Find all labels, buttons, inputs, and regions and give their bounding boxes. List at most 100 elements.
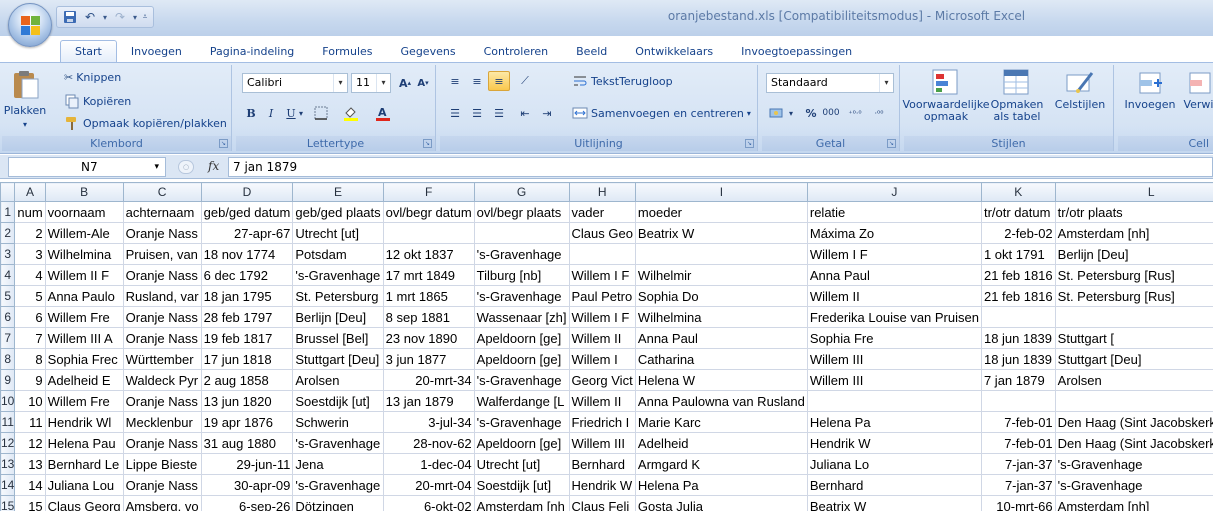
- grid-cell[interactable]: Willem II: [568, 327, 636, 349]
- font-size-combo[interactable]: 11 ▾: [351, 73, 391, 93]
- number-format-dropdown-icon[interactable]: ▾: [879, 74, 893, 92]
- insert-cells-button[interactable]: Invoegen: [1122, 67, 1178, 111]
- grid-cell[interactable]: 28-nov-62: [382, 432, 475, 454]
- grid-cell[interactable]: 8 sep 1881: [382, 306, 475, 328]
- tab-gegevens[interactable]: Gegevens: [387, 41, 470, 62]
- tab-beeld[interactable]: Beeld: [562, 41, 621, 62]
- grid-cell[interactable]: 4: [14, 264, 46, 286]
- grid-cell[interactable]: Württember: [122, 348, 202, 370]
- grid-cell[interactable]: ovl/begr datum: [382, 201, 475, 223]
- grid-cell[interactable]: Stuttgart [: [1054, 327, 1213, 349]
- grid-cell[interactable]: 20-mrt-04: [382, 474, 475, 496]
- row-header[interactable]: 7: [0, 327, 16, 349]
- grid-cell[interactable]: Adelheid E: [44, 369, 124, 391]
- tab-invoegen[interactable]: Invoegen: [117, 41, 196, 62]
- grid-cell[interactable]: 2: [14, 222, 46, 244]
- italic-button[interactable]: I: [260, 103, 282, 123]
- grid-cell[interactable]: Willem I: [568, 348, 636, 370]
- grid-cell[interactable]: Helena W: [634, 369, 808, 391]
- grid-cell[interactable]: Berlijn [Deu]: [1054, 243, 1213, 265]
- grid-cell[interactable]: [980, 306, 1056, 328]
- grid-cell[interactable]: Willem I F: [806, 243, 982, 265]
- format-painter-button[interactable]: Opmaak kopiëren/plakken: [64, 115, 227, 131]
- grid-cell[interactable]: moeder: [634, 201, 808, 223]
- grid-cell[interactable]: Den Haag (Sint Jacobskerk) [zh]: [1054, 411, 1213, 433]
- grid-cell[interactable]: 13 jun 1820: [200, 390, 294, 412]
- align-middle-button[interactable]: ≡: [466, 71, 488, 91]
- merge-dropdown-icon[interactable]: ▾: [747, 109, 751, 118]
- grid-cell[interactable]: Tilburg [nb]: [473, 264, 570, 286]
- grid-cell[interactable]: Anna Paul: [634, 327, 808, 349]
- grid-cell[interactable]: 18 jun 1839: [980, 327, 1056, 349]
- grid-cell[interactable]: Potsdam: [292, 243, 384, 265]
- increase-indent-button[interactable]: ⇥: [536, 103, 558, 123]
- grid-cell[interactable]: 20-mrt-34: [382, 369, 475, 391]
- number-format-combo[interactable]: Standaard ▾: [766, 73, 894, 93]
- grid-cell[interactable]: Hendrik W: [806, 432, 982, 454]
- grid-cell[interactable]: 1 okt 1791: [980, 243, 1056, 265]
- grid-cell[interactable]: Wassenaar [zh]: [473, 306, 570, 328]
- grid-cell[interactable]: [382, 222, 475, 244]
- grid-cell[interactable]: Anna Paulo: [44, 285, 124, 307]
- grid-cell[interactable]: Oranje Nass: [122, 222, 202, 244]
- name-box[interactable]: N7 ▾: [8, 157, 166, 177]
- fill-color-button[interactable]: [340, 103, 362, 123]
- grid-cell[interactable]: Amsterdam [nh: [473, 495, 570, 511]
- grid-cell[interactable]: 21 feb 1816: [980, 285, 1056, 307]
- grid-cell[interactable]: 7: [14, 327, 46, 349]
- grid-cell[interactable]: Rusland, var: [122, 285, 202, 307]
- align-top-button[interactable]: ≡: [444, 71, 466, 91]
- grid-cell[interactable]: 19 apr 1876: [200, 411, 294, 433]
- grid-cell[interactable]: Claus Geo: [568, 222, 636, 244]
- grid-cell[interactable]: 31 aug 1880: [200, 432, 294, 454]
- cut-button[interactable]: ✂ Knippen: [64, 71, 121, 84]
- grid-cell[interactable]: 30-apr-09: [200, 474, 294, 496]
- grid-cell[interactable]: 6-okt-02: [382, 495, 475, 511]
- grid-cell[interactable]: [1054, 390, 1213, 412]
- grid-cell[interactable]: Helena Pa: [634, 474, 808, 496]
- row-header[interactable]: 1: [0, 201, 16, 223]
- column-header[interactable]: F: [382, 182, 475, 202]
- grid-cell[interactable]: 's-Gravenhage: [1054, 453, 1213, 475]
- grid-cell[interactable]: Beatrix W: [634, 222, 808, 244]
- grid-cell[interactable]: Oranje Nass: [122, 327, 202, 349]
- borders-button[interactable]: [310, 103, 332, 123]
- select-all-corner[interactable]: [0, 182, 16, 202]
- font-name-dropdown-icon[interactable]: ▾: [333, 74, 347, 92]
- grid-cell[interactable]: Soestdijk [ut]: [292, 390, 384, 412]
- grid-cell[interactable]: Willem III: [568, 432, 636, 454]
- grid-cell[interactable]: Paul Petro: [568, 285, 636, 307]
- conditional-format-button[interactable]: Voorwaardelijke opmaak: [902, 67, 990, 123]
- font-size-dropdown-icon[interactable]: ▾: [376, 74, 390, 92]
- grid-cell[interactable]: Claus Feli: [568, 495, 636, 511]
- grid-cell[interactable]: Pruisen, van: [122, 243, 202, 265]
- column-header[interactable]: J: [806, 182, 982, 202]
- getal-launcher-icon[interactable]: ↘: [887, 139, 896, 148]
- align-right-button[interactable]: ☰: [488, 103, 510, 123]
- grid-cell[interactable]: Berlijn [Deu]: [292, 306, 384, 328]
- grid-cell[interactable]: 's-Gravenhage: [292, 264, 384, 286]
- row-header[interactable]: 5: [0, 285, 16, 307]
- grid-cell[interactable]: Juliana Lou: [44, 474, 124, 496]
- row-header[interactable]: 3: [0, 243, 16, 265]
- grid-cell[interactable]: relatie: [806, 201, 982, 223]
- grid-cell[interactable]: 18 jan 1795: [200, 285, 294, 307]
- uitlijning-launcher-icon[interactable]: ↘: [745, 139, 754, 148]
- formula-bar-resize-handle[interactable]: ○: [178, 160, 194, 174]
- grid-cell[interactable]: Willem III A: [44, 327, 124, 349]
- row-header[interactable]: 4: [0, 264, 16, 286]
- grid-cell[interactable]: achternaam: [122, 201, 202, 223]
- grid-cell[interactable]: ovl/begr plaats: [473, 201, 570, 223]
- grid-cell[interactable]: Máxima Zo: [806, 222, 982, 244]
- grid-cell[interactable]: num: [14, 201, 46, 223]
- percent-button[interactable]: %: [800, 103, 822, 123]
- grid-cell[interactable]: Frederika Louise van Pruisen: [806, 306, 982, 328]
- row-header[interactable]: 9: [0, 369, 16, 391]
- grid-cell[interactable]: tr/otr plaats: [1054, 201, 1213, 223]
- grid-cell[interactable]: Waldeck Pyr: [122, 369, 202, 391]
- grid-cell[interactable]: Jena: [292, 453, 384, 475]
- grid-cell[interactable]: Apeldoorn [ge]: [473, 327, 570, 349]
- grid-cell[interactable]: Willem I F: [568, 264, 636, 286]
- grid-cell[interactable]: 13: [14, 453, 46, 475]
- grid-cell[interactable]: [634, 243, 808, 265]
